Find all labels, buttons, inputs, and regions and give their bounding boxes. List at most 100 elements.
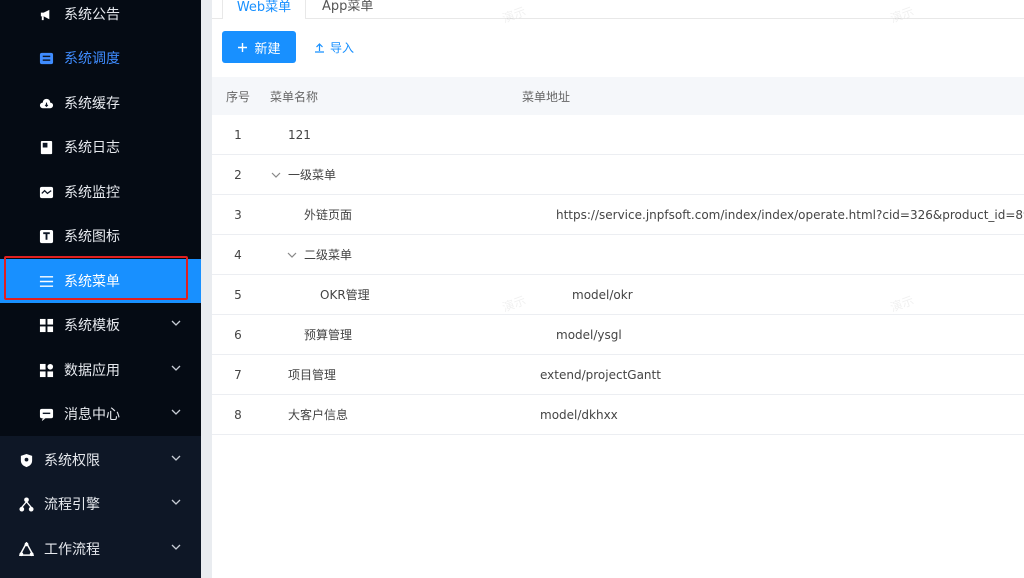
row-index: 3 (234, 207, 242, 222)
template-icon (38, 317, 54, 333)
sidebar-item-permissions[interactable]: 系统权限 (0, 438, 201, 482)
chevron-down-icon (171, 455, 181, 461)
data-app-icon (38, 362, 54, 378)
sidebar-item-data-app[interactable]: 数据应用 (0, 348, 201, 392)
table-row[interactable]: 1 121 (212, 115, 1024, 155)
chevron-down-icon (171, 409, 181, 415)
chevron-down-icon (171, 320, 181, 326)
sidebar-item-label: 系统日志 (64, 140, 120, 156)
row-url: model/dkhxx (540, 407, 618, 422)
row-name-label: 项目管理 (288, 368, 337, 382)
row-url: model/okr (572, 287, 633, 302)
sidebar-item-icons[interactable]: 系统图标 (0, 214, 201, 258)
row-name: 二级菜单 (262, 246, 538, 263)
sidebar-item-message-center[interactable]: 消息中心 (0, 392, 201, 436)
sidebar-item-schedule[interactable]: 系统调度 (0, 36, 201, 80)
sidebar-item-log[interactable]: 系统日志 (0, 125, 201, 169)
chevron-down-icon (171, 544, 181, 550)
table-row[interactable]: 3 外链页面 https://service.jnpfsoft.com/index/… (212, 195, 1024, 235)
header-url: 菜单地址 (522, 89, 571, 104)
sidebar-item-label: 系统缓存 (64, 96, 120, 112)
row-name: 项目管理 (262, 366, 540, 383)
sidebar-item-label: 系统监控 (64, 185, 120, 201)
table-row[interactable]: 4 二级菜单 (212, 235, 1024, 275)
annotation-highlight-box (4, 256, 188, 300)
row-index: 5 (234, 287, 242, 302)
plus-icon (238, 42, 248, 52)
header-name: 菜单名称 (270, 89, 319, 104)
new-button[interactable]: 新建 (222, 31, 296, 63)
tab-app-menu[interactable]: App菜单 (322, 0, 373, 18)
sidebar-item-cache[interactable]: 系统缓存 (0, 81, 201, 125)
row-name: 大客户信息 (262, 406, 540, 423)
content-gutter (201, 0, 212, 578)
table-row[interactable]: 2 一级菜单 (212, 155, 1024, 195)
sidebar-item-monitor[interactable]: 系统监控 (0, 170, 201, 214)
sidebar-item-label: 工作流程 (44, 542, 100, 558)
row-name: OKR管理 (262, 286, 572, 303)
megaphone-icon (38, 6, 54, 22)
table-row[interactable]: 7 项目管理 extend/projectGantt (212, 355, 1024, 395)
row-index: 8 (234, 407, 242, 422)
sidebar-item-label: 数据应用 (64, 363, 120, 379)
sidebar-item-template[interactable]: 系统模板 (0, 303, 201, 347)
cloud-icon (38, 95, 54, 111)
table-row[interactable]: 8 大客户信息 model/dkhxx (212, 395, 1024, 435)
sidebar-item-label: 系统图标 (64, 229, 120, 245)
sidebar-item-label: 系统权限 (44, 453, 100, 469)
row-name-label: 二级菜单 (304, 248, 353, 262)
expand-chevron-icon[interactable] (270, 169, 282, 181)
table-header: 序号 菜单名称 菜单地址 (212, 77, 1024, 115)
import-button[interactable]: 导入 (308, 38, 360, 57)
sidebar-item-label: 系统模板 (64, 318, 120, 334)
row-name-label: 大客户信息 (288, 408, 349, 422)
expand-chevron-icon[interactable] (286, 249, 298, 261)
row-name: 一级菜单 (262, 166, 522, 183)
toolbar: 新建 导入 (222, 31, 360, 63)
menu-tabs: Web菜单 App菜单 (212, 0, 1024, 19)
row-name-label: 一级菜单 (288, 168, 337, 182)
shield-icon (18, 452, 34, 468)
row-url: https://service.jnpfsoft.com/index/index… (556, 207, 1024, 222)
header-index: 序号 (225, 89, 250, 104)
row-name: 预算管理 (262, 326, 556, 343)
chevron-down-icon (171, 499, 181, 505)
upload-icon (315, 42, 324, 53)
row-url: extend/projectGantt (540, 367, 661, 382)
row-index: 1 (234, 127, 242, 142)
sidebar-item-label: 消息中心 (64, 407, 120, 423)
table-row[interactable]: 5 OKR管理 model/okr (212, 275, 1024, 315)
row-name-label: 外链页面 (304, 208, 353, 222)
sidebar-item-announcement[interactable]: 系统公告 (0, 0, 201, 36)
text-icon (38, 228, 54, 244)
menu-table: 序号 菜单名称 菜单地址 1 121 2 一级菜单 3 外链页面 https://servi… (212, 77, 1024, 435)
sidebar-item-workflow[interactable]: 工作流程 (0, 527, 201, 571)
row-name-label: OKR管理 (320, 288, 370, 302)
row-index: 7 (234, 367, 242, 382)
row-index: 2 (234, 167, 242, 182)
chevron-down-icon (171, 365, 181, 371)
schedule-icon (38, 50, 54, 66)
row-index: 4 (234, 247, 242, 262)
sidebar-item-label: 系统调度 (64, 51, 120, 67)
sidebar: 系统公告 系统调度 系统缓存 系统日志 系统监控 系统图标 系统菜单 系统模板 … (0, 0, 201, 578)
table-row[interactable]: 6 预算管理 model/ysgl (212, 315, 1024, 355)
row-name: 外链页面 (262, 206, 556, 223)
sidebar-item-label: 系统公告 (64, 7, 120, 23)
row-index: 6 (234, 327, 242, 342)
sidebar-item-flow-engine[interactable]: 流程引擎 (0, 482, 201, 526)
table-body: 1 121 2 一级菜单 3 外链页面 https://service.jnpfsoft.c… (212, 115, 1024, 435)
monitor-icon (38, 184, 54, 200)
tab-web-menu[interactable]: Web菜单 (222, 0, 306, 19)
main-content: Web菜单 App菜单 新建 导入 序号 菜单名称 菜单地址 1 121 2 一级菜单… (212, 0, 1024, 578)
workflow-icon (18, 541, 34, 557)
row-name-label: 121 (288, 127, 311, 142)
log-icon (38, 139, 54, 155)
import-button-label: 导入 (330, 40, 355, 55)
flow-engine-icon (18, 496, 34, 512)
message-icon (38, 406, 54, 422)
new-button-label: 新建 (254, 41, 281, 57)
row-name: 121 (262, 128, 540, 142)
sidebar-item-label: 流程引擎 (44, 497, 100, 513)
row-url: model/ysgl (556, 327, 622, 342)
